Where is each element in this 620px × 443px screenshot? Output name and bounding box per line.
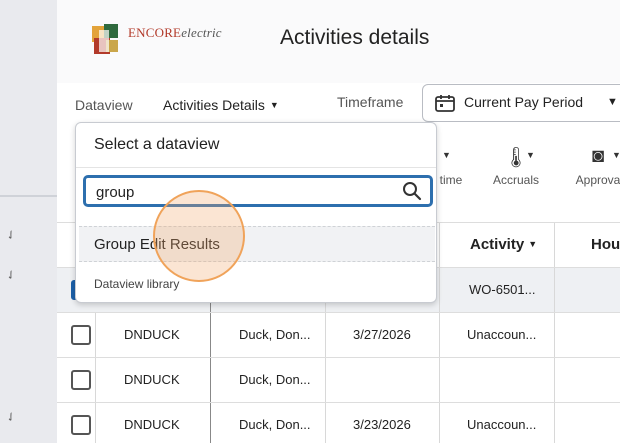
cell-code: DNDUCK [124, 417, 180, 432]
dataview-dropdown: Select a dataview Group Edit Results Dat… [75, 122, 437, 303]
row-checkbox[interactable] [71, 415, 91, 435]
dataview-option-label: Group Edit Results [94, 236, 220, 253]
caret-down-icon: ▼ [607, 96, 618, 108]
dataview-label: Dataview [75, 97, 133, 113]
company-logo-text: ENCOREelectric [128, 25, 222, 41]
thermometer-icon: 🌡 [503, 147, 529, 169]
dataview-option[interactable]: Group Edit Results [79, 226, 435, 262]
cell-date: 3/27/2026 [353, 327, 411, 342]
cell-name: Duck, Don... [239, 417, 311, 432]
column-header-hours[interactable]: Hou [591, 236, 620, 253]
dataview-search-input[interactable] [96, 181, 396, 203]
chevron-icon[interactable]: ✓ [3, 408, 19, 425]
caret-down-icon: ▼ [269, 100, 279, 110]
column-header-activity[interactable]: Activity ▼ [470, 236, 537, 253]
table-row[interactable]: DNDUCK Duck, Don... 3/23/2026 Unaccoun..… [57, 403, 620, 443]
cell-code: DNDUCK [124, 372, 180, 387]
left-nav-rail: ✓ ✓ ✓ [0, 0, 57, 443]
cell-activity: Unaccoun... [467, 327, 537, 342]
dataview-value: Activities Details [163, 97, 265, 113]
sort-caret-icon: ▼ [528, 239, 538, 249]
cell-activity: Unaccoun... [467, 417, 537, 432]
page-title: Activities details [280, 26, 430, 49]
dataview-search-box[interactable] [83, 175, 433, 207]
cell-code: DNDUCK [124, 327, 180, 342]
column-header-label: Activity [470, 236, 525, 253]
table-row[interactable]: DNDUCK Duck, Don... [57, 358, 620, 403]
logo-brand: ENCORE [128, 25, 182, 40]
dataview-library-link[interactable]: Dataview library [94, 277, 179, 291]
calendar-icon [435, 95, 455, 112]
chevron-icon[interactable]: ✓ [3, 266, 19, 283]
cell-name: Duck, Don... [239, 327, 311, 342]
row-checkbox[interactable] [71, 325, 91, 345]
dataview-selector[interactable]: Activities Details ▼ [163, 97, 279, 113]
table-row[interactable]: DNDUCK Duck, Don... 3/27/2026 Unaccoun..… [57, 313, 620, 358]
toolbar-item-label: Accruals [492, 173, 539, 187]
toolbar-item-accruals[interactable]: 🌡 Accruals [488, 145, 544, 187]
dropdown-title: Select a dataview [94, 136, 220, 153]
timeframe-label: Timeframe [337, 94, 404, 110]
nav-divider [0, 195, 57, 197]
cell-activity: WO-6501... [469, 282, 536, 297]
toolbar-item-label: time [439, 173, 463, 187]
timeframe-select[interactable]: Current Pay Period ▼ [422, 84, 620, 122]
cell-date: 3/23/2026 [353, 417, 411, 432]
row-checkbox[interactable] [71, 370, 91, 390]
cell-name: Duck, Don... [239, 372, 311, 387]
company-logo-icon [88, 22, 124, 58]
search-icon[interactable] [402, 181, 422, 201]
logo-suffix: electric [181, 25, 222, 40]
divider [76, 167, 436, 168]
chevron-icon[interactable]: ✓ [3, 226, 19, 243]
toolbar-item-label: Approva [575, 173, 620, 187]
toolbar-item-time[interactable]: time [436, 145, 466, 187]
caret-down-icon[interactable]: ▼ [526, 150, 535, 160]
caret-down-icon[interactable]: ▼ [612, 150, 620, 160]
timeframe-value: Current Pay Period [464, 94, 584, 110]
calendar-clock-icon [436, 145, 466, 173]
